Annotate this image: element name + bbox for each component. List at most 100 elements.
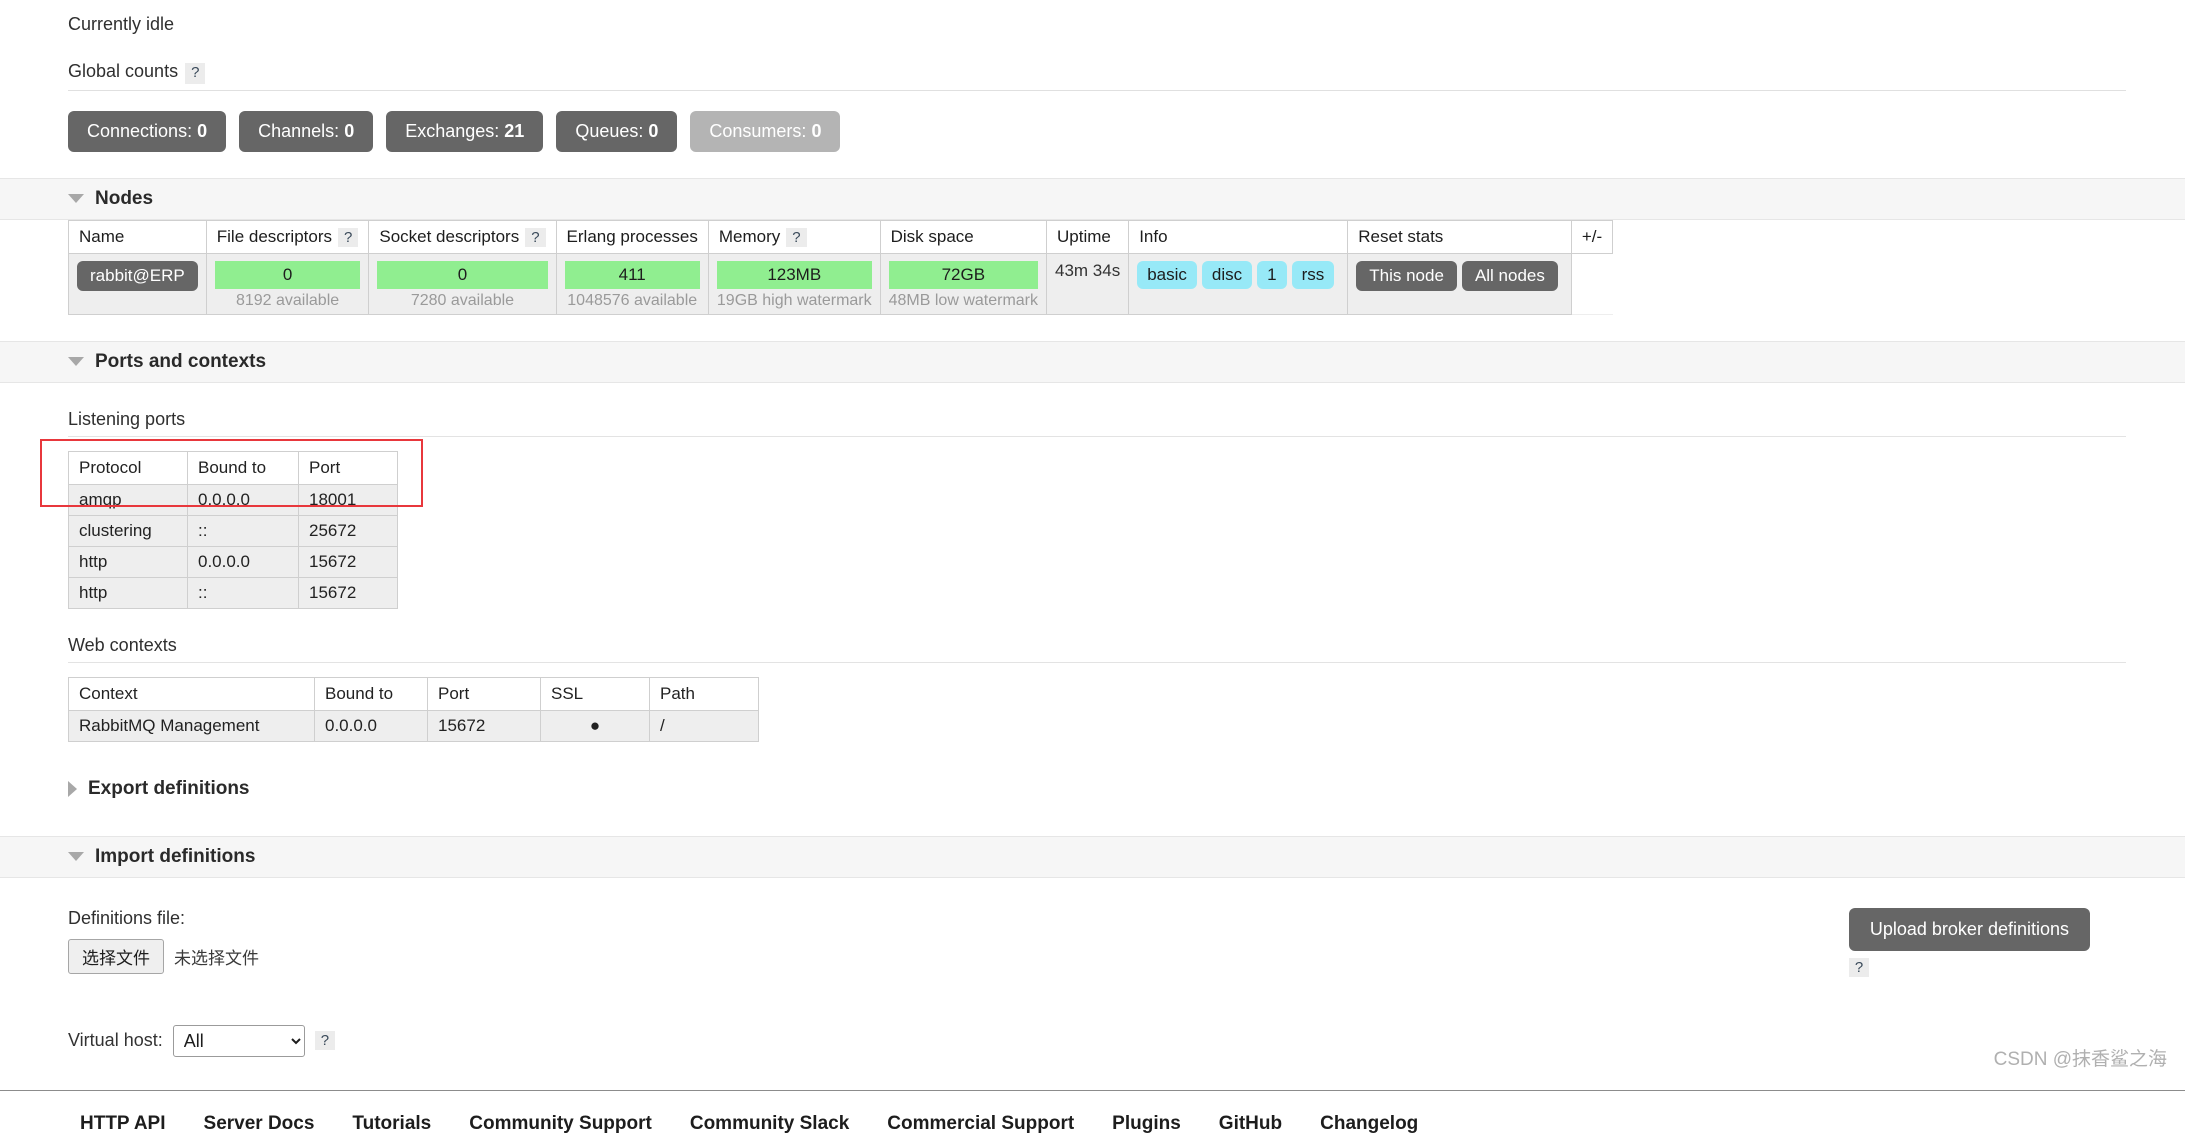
col-reset-stats: Reset stats xyxy=(1347,219,1572,254)
footer-link-community-support[interactable]: Community Support xyxy=(469,1113,652,1135)
choose-file-button[interactable]: 选择文件 xyxy=(68,938,164,974)
info-tag-disc[interactable]: disc xyxy=(1201,260,1253,289)
port-number: 25672 xyxy=(298,514,398,547)
socket-descriptors-available: 7280 available xyxy=(410,291,515,309)
cell-erlang-processes: 411 1048576 available xyxy=(555,253,709,315)
virtual-host-help-icon[interactable]: ? xyxy=(314,1031,336,1051)
file-input-control[interactable]: 选择文件 未选择文件 xyxy=(68,938,259,974)
section-nodes-header[interactable]: Nodes xyxy=(0,177,2185,220)
selected-file-name: 未选择文件 xyxy=(174,948,259,968)
count-connections-label: Connections: xyxy=(87,120,193,141)
count-exchanges[interactable]: Exchanges: 21 xyxy=(386,110,544,152)
global-counts-heading: Global counts? xyxy=(68,61,2126,91)
table-row: rabbit@ERP 0 8192 available 0 7280 avail… xyxy=(68,253,1613,315)
section-export-title: Export definitions xyxy=(88,777,250,799)
web-contexts-label: Web contexts xyxy=(68,635,2126,663)
footer-link-community-slack[interactable]: Community Slack xyxy=(690,1113,849,1135)
erlang-processes-value: 411 xyxy=(564,260,700,289)
global-counts-help-icon[interactable]: ? xyxy=(185,63,206,84)
col-bound-to: Bound to xyxy=(314,676,428,711)
section-export-header[interactable]: Export definitions xyxy=(0,767,2185,810)
cell-node-name: rabbit@ERP xyxy=(68,253,207,315)
cell-reset-stats: This node All nodes xyxy=(1347,253,1572,315)
chevron-down-icon xyxy=(68,852,84,862)
nodes-table: Name File descriptors? Socket descriptor… xyxy=(68,219,1614,315)
reset-all-nodes-button[interactable]: All nodes xyxy=(1461,260,1558,291)
virtual-host-label: Virtual host: xyxy=(68,1030,163,1051)
info-tag-basic[interactable]: basic xyxy=(1137,260,1197,289)
memory-help-icon[interactable]: ? xyxy=(786,227,807,247)
port-protocol: http xyxy=(68,576,188,609)
upload-broker-definitions-button[interactable]: Upload broker definitions xyxy=(1848,907,2090,951)
section-ports-header[interactable]: Ports and contexts xyxy=(0,340,2185,383)
port-bound-to: 0.0.0.0 xyxy=(187,545,299,578)
count-queues[interactable]: Queues: 0 xyxy=(556,110,678,152)
chevron-right-icon xyxy=(68,780,77,797)
col-memory-label: Memory xyxy=(718,226,781,246)
erlang-processes-available: 1048576 available xyxy=(567,291,698,309)
port-number: 15672 xyxy=(298,545,398,578)
section-import-header[interactable]: Import definitions xyxy=(0,835,2185,878)
footer-link-changelog[interactable]: Changelog xyxy=(1320,1113,1418,1135)
global-counts-label: Global counts xyxy=(68,61,179,81)
port-number: 18001 xyxy=(298,483,398,516)
info-tag-rss[interactable]: rss xyxy=(1291,260,1335,289)
footer-link-server-docs[interactable]: Server Docs xyxy=(204,1113,315,1135)
port-protocol: clustering xyxy=(68,514,188,547)
port-protocol: amqp xyxy=(68,483,188,516)
context-ssl-indicator: ● xyxy=(540,709,650,742)
col-socket-descriptors: Socket descriptors? xyxy=(368,219,557,254)
footer-link-github[interactable]: GitHub xyxy=(1219,1113,1282,1135)
col-path: Path xyxy=(649,676,759,711)
overview-page: Currently idle Global counts? Connection… xyxy=(0,0,2185,1135)
nodes-table-header-row: Name File descriptors? Socket descriptor… xyxy=(68,219,1614,254)
definitions-file-group: Definitions file: 选择文件 未选择文件 xyxy=(68,908,259,974)
web-contexts-table: Context Bound to Port SSL Path RabbitMQ … xyxy=(68,676,759,742)
listening-ports-table: Protocol Bound to Port amqp 0.0.0.0 1800… xyxy=(68,450,398,609)
count-exchanges-label: Exchanges: xyxy=(405,120,500,141)
file-descriptors-help-icon[interactable]: ? xyxy=(338,227,359,247)
footer-link-plugins[interactable]: Plugins xyxy=(1112,1113,1181,1135)
footer-link-http-api[interactable]: HTTP API xyxy=(80,1113,166,1135)
count-channels[interactable]: Channels: 0 xyxy=(239,110,374,152)
upload-help-icon[interactable]: ? xyxy=(1848,957,1870,977)
count-channels-value: 0 xyxy=(344,120,355,141)
toggle-columns-button[interactable]: +/- xyxy=(1570,219,1614,254)
col-erlang-processes: Erlang processes xyxy=(555,219,709,254)
port-bound-to: :: xyxy=(187,514,299,547)
port-protocol: http xyxy=(68,545,188,578)
col-port: Port xyxy=(427,676,541,711)
cell-memory: 123MB 19GB high watermark xyxy=(707,253,881,315)
chevron-down-icon xyxy=(68,357,84,367)
col-memory: Memory? xyxy=(707,219,881,254)
reset-this-node-button[interactable]: This node xyxy=(1356,260,1457,291)
info-tag-count[interactable]: 1 xyxy=(1257,260,1287,289)
col-context: Context xyxy=(68,676,315,711)
count-consumers[interactable]: Consumers: 0 xyxy=(690,110,841,152)
section-ports-title: Ports and contexts xyxy=(95,350,267,372)
table-row: http 0.0.0.0 15672 xyxy=(68,545,398,578)
footer-links: HTTP API Server Docs Tutorials Community… xyxy=(0,1089,2185,1135)
col-uptime: Uptime xyxy=(1045,219,1130,254)
socket-descriptors-help-icon[interactable]: ? xyxy=(525,227,546,247)
cell-uptime: 43m 34s xyxy=(1045,253,1130,315)
count-connections-value: 0 xyxy=(197,120,208,141)
count-connections[interactable]: Connections: 0 xyxy=(68,110,227,152)
listening-ports-wrap: Protocol Bound to Port amqp 0.0.0.0 1800… xyxy=(0,438,2185,609)
web-contexts-header-row: Context Bound to Port SSL Path xyxy=(68,676,759,711)
context-path: / xyxy=(649,709,759,742)
virtual-host-select[interactable]: All xyxy=(172,1024,305,1057)
context-bound-to: 0.0.0.0 xyxy=(314,709,428,742)
col-socket-descriptors-label: Socket descriptors xyxy=(379,226,520,246)
table-row: http :: 15672 xyxy=(68,576,398,609)
file-descriptors-available: 8192 available xyxy=(235,291,340,309)
col-file-descriptors-label: File descriptors xyxy=(216,226,333,246)
section-import-title: Import definitions xyxy=(95,845,256,867)
context-name: RabbitMQ Management xyxy=(68,709,315,742)
count-consumers-label: Consumers: xyxy=(709,120,807,141)
node-name-link[interactable]: rabbit@ERP xyxy=(77,260,198,291)
virtual-host-row: Virtual host: All ? xyxy=(68,1024,2185,1057)
footer-link-commercial-support[interactable]: Commercial Support xyxy=(887,1113,1074,1135)
table-row: amqp 0.0.0.0 18001 xyxy=(68,483,398,516)
footer-link-tutorials[interactable]: Tutorials xyxy=(352,1113,431,1135)
